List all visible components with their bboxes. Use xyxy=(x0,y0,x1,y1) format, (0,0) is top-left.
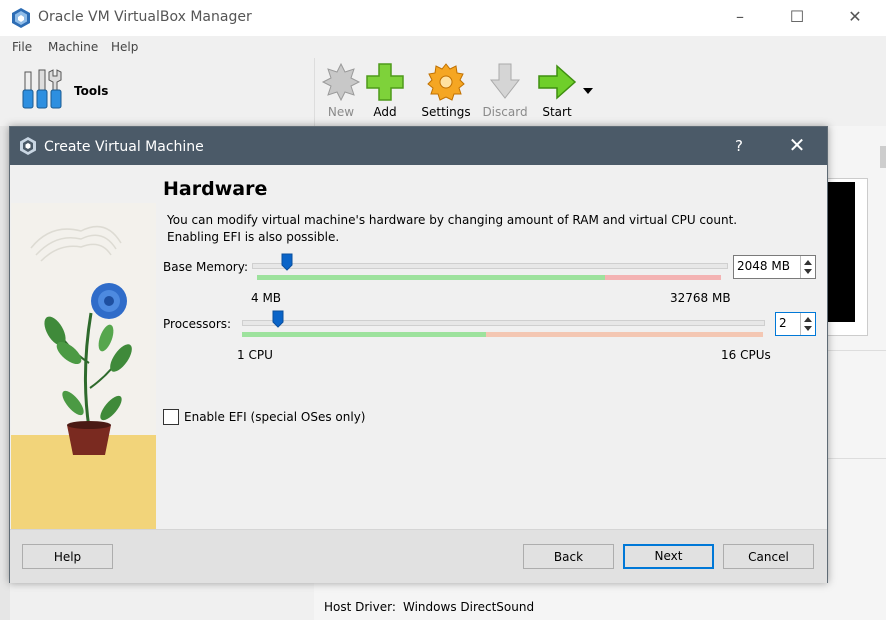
memory-spinbox[interactable]: 2048 MB xyxy=(733,255,816,279)
add-label: Add xyxy=(373,105,397,119)
memory-slider-scale xyxy=(257,275,721,280)
menubar: File Machine Help xyxy=(0,36,886,58)
new-icon xyxy=(321,62,361,102)
create-vm-dialog: Create Virtual Machine ? ✕ Hardware You … xyxy=(9,126,828,583)
next-button[interactable]: Next xyxy=(623,544,714,569)
menu-machine[interactable]: Machine xyxy=(48,40,98,54)
memory-increment-icon[interactable] xyxy=(804,260,812,265)
details-divider xyxy=(826,458,886,459)
details-divider xyxy=(826,350,886,351)
host-driver-label: Host Driver: xyxy=(324,600,396,614)
dialog-content: Hardware You can modify virtual machine'… xyxy=(10,165,827,567)
processors-label: Processors: xyxy=(163,317,232,331)
settings-icon xyxy=(427,63,465,101)
processors-min-label: 1 CPU xyxy=(237,348,273,362)
maximize-button[interactable]: ☐ xyxy=(780,6,814,28)
processors-slider-track[interactable] xyxy=(242,320,765,326)
window-close-button[interactable]: ✕ xyxy=(838,6,872,28)
processors-spinbox[interactable]: 2 xyxy=(775,312,816,336)
memory-slider-handle[interactable] xyxy=(281,253,293,271)
dialog-close-button[interactable]: ✕ xyxy=(780,133,814,157)
plant-illustration xyxy=(11,203,156,567)
settings-button[interactable]: Settings xyxy=(418,62,474,122)
preview-screen xyxy=(827,182,855,322)
virtualbox-icon xyxy=(20,137,36,155)
memory-value: 2048 MB xyxy=(737,259,790,273)
discard-label: Discard xyxy=(482,105,528,119)
enable-efi-checkbox[interactable] xyxy=(163,409,179,425)
processors-spin-buttons[interactable] xyxy=(800,313,815,335)
start-label: Start xyxy=(542,105,572,119)
minimize-button[interactable]: – xyxy=(723,6,757,28)
discard-button[interactable]: Discard xyxy=(477,62,533,122)
start-icon xyxy=(538,64,577,100)
settings-label: Settings xyxy=(421,105,471,119)
dialog-footer: Help Back Next Cancel xyxy=(10,529,827,583)
details-scrollbar[interactable] xyxy=(880,146,886,168)
cancel-button[interactable]: Cancel xyxy=(723,544,814,569)
start-dropdown-arrow-icon[interactable] xyxy=(583,88,593,94)
memory-max-label: 32768 MB xyxy=(670,291,731,305)
processors-slider-handle[interactable] xyxy=(272,310,284,328)
memory-decrement-icon[interactable] xyxy=(804,269,812,274)
add-button[interactable]: Add xyxy=(357,62,413,122)
dialog-help-button[interactable]: ? xyxy=(724,137,754,155)
start-button[interactable]: Start xyxy=(529,62,585,122)
page-description: You can modify virtual machine's hardwar… xyxy=(167,212,767,246)
processors-slider-scale xyxy=(242,332,763,337)
tools-label: Tools xyxy=(74,84,109,98)
memory-spin-buttons[interactable] xyxy=(800,256,815,278)
tools-icon xyxy=(22,69,62,109)
dialog-title: Create Virtual Machine xyxy=(44,139,204,155)
dialog-titlebar: Create Virtual Machine ? ✕ xyxy=(10,127,827,165)
memory-slider-track[interactable] xyxy=(252,263,728,269)
menu-help[interactable]: Help xyxy=(111,40,138,54)
memory-min-label: 4 MB xyxy=(251,291,282,305)
main-toolbar: New Add Settings Discard Start xyxy=(314,58,886,126)
page-heading: Hardware xyxy=(163,178,268,200)
processors-decrement-icon[interactable] xyxy=(804,326,812,331)
back-button[interactable]: Back xyxy=(523,544,614,569)
processors-value: 2 xyxy=(779,316,787,330)
description-line-2: Enabling EFI is also possible. xyxy=(167,230,340,244)
window-title: Oracle VM VirtualBox Manager xyxy=(38,9,252,25)
enable-efi-label[interactable]: Enable EFI (special OSes only) xyxy=(184,410,365,424)
menu-file[interactable]: File xyxy=(12,40,32,54)
discard-icon xyxy=(489,63,521,99)
help-button[interactable]: Help xyxy=(22,544,113,569)
add-icon xyxy=(366,63,404,101)
processors-increment-icon[interactable] xyxy=(804,317,812,322)
description-line-1: You can modify virtual machine's hardwar… xyxy=(167,213,738,227)
host-driver-value: Windows DirectSound xyxy=(403,600,535,614)
base-memory-label: Base Memory: xyxy=(163,260,249,274)
flower xyxy=(91,283,127,319)
processors-max-label: 16 CPUs xyxy=(721,348,771,362)
virtualbox-icon xyxy=(12,8,30,28)
tools-item[interactable]: Tools xyxy=(0,58,314,126)
main-titlebar: Oracle VM VirtualBox Manager – ☐ ✕ xyxy=(0,0,886,36)
